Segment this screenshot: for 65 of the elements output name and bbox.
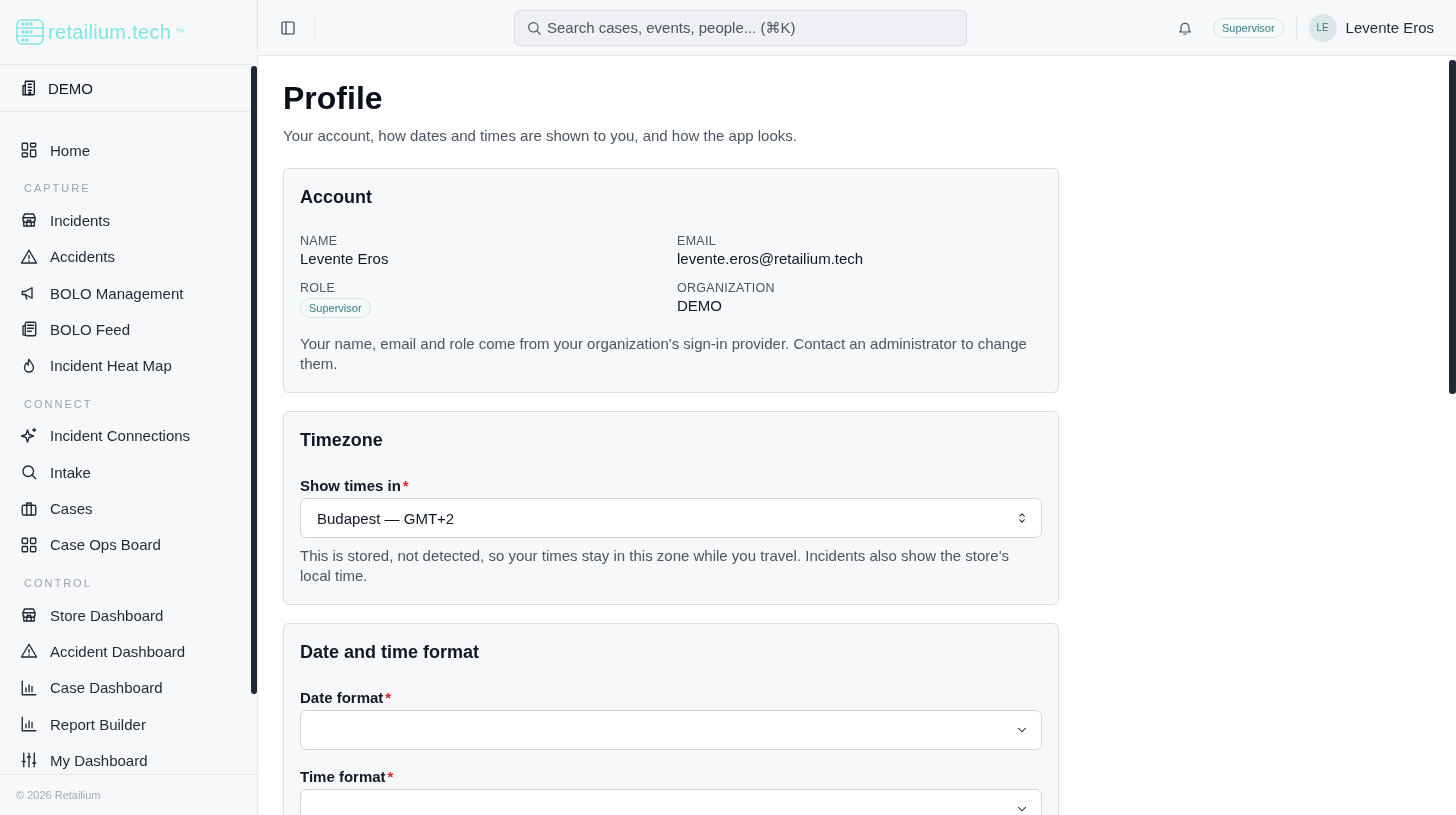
field-label: ORGANIZATION [677, 281, 776, 295]
grid-icon [20, 535, 38, 554]
nav-item[interactable]: Incident Heat Map [0, 347, 251, 384]
page-subtitle: Your account, how dates and times are shown to you, and how the app looks. [283, 127, 798, 144]
newspaper-icon [20, 320, 38, 339]
briefcase-icon [20, 499, 38, 518]
copyright-text: © 2026 Retailium [0, 774, 257, 815]
building-icon [20, 79, 38, 97]
search-icon [526, 19, 542, 36]
page-title: Profile [283, 80, 384, 117]
section-heading: CAPTURE [23, 181, 92, 197]
select-field[interactable]: Budapest — GMT+2 [300, 498, 1042, 538]
brand-name: retailium.tech [48, 20, 172, 44]
role-badge: Supervisor [300, 298, 371, 318]
nav-item[interactable]: Incidents [0, 202, 251, 239]
select-field[interactable] [300, 710, 1042, 750]
help-text: Your name, email and role come from your organization's sign-in provider. Contact an administrator to change them. [300, 334, 1028, 374]
trademark-mark: ™ [175, 27, 185, 37]
field-value: levente.eros@retailium.tech [677, 250, 865, 267]
search-field[interactable]: Search cases, events, people... (⌘K) [514, 9, 967, 46]
scrollbar-thumb[interactable] [1449, 60, 1456, 394]
store-icon [20, 211, 38, 230]
organization-switcher[interactable]: DEMO [0, 64, 251, 112]
field-label: Date format* [300, 689, 393, 706]
field-label: EMAIL [677, 234, 717, 248]
field-label: Show times in* [300, 477, 410, 494]
nav-item[interactable]: Incident Connections [0, 417, 251, 455]
nav-item[interactable]: BOLO Management [0, 274, 251, 312]
nav-item[interactable]: Case Dashboard [0, 669, 251, 706]
nav-item[interactable]: Store Dashboard [0, 596, 251, 634]
card-title: Timezone [300, 430, 384, 451]
nav-item[interactable]: Accidents [0, 238, 251, 275]
help-text: This is stored, not detected, so your times stay in this zone while you travel. Incidents also show the store's local time. [300, 546, 1011, 586]
user-avatar[interactable]: LE [1308, 13, 1337, 42]
nav-item[interactable]: Accident Dashboard [0, 633, 251, 670]
field-value: Levente Eros [300, 250, 390, 267]
nav-item[interactable]: Report Builder [0, 705, 251, 743]
search-icon [20, 463, 38, 482]
user-name[interactable]: Levente Eros [1345, 19, 1434, 36]
nav-item[interactable]: Case Ops Board [0, 526, 251, 563]
nav-item[interactable]: Cases [0, 490, 251, 527]
nav-item[interactable]: My Dashboard [0, 742, 251, 774]
warning-icon [20, 642, 38, 661]
logo-icon [16, 19, 44, 45]
bar-chart-icon [20, 715, 38, 733]
role-badge: Supervisor [1213, 17, 1284, 38]
field-label: ROLE [300, 281, 337, 295]
scrollbar-thumb[interactable] [251, 66, 257, 694]
field-label: Time format* [300, 768, 395, 785]
grid-icon [20, 141, 38, 160]
sparkles-icon [20, 426, 38, 445]
field-value: DEMO [677, 297, 723, 314]
section-heading: CONTROL [23, 575, 93, 591]
sliders-icon [20, 751, 38, 770]
field-label: NAME [300, 234, 339, 248]
nav-item[interactable]: BOLO Feed [0, 311, 251, 348]
section-heading: CONNECT [23, 396, 94, 412]
bar-chart-icon [20, 678, 38, 697]
warning-icon [20, 247, 38, 266]
sidebar-toggle-button[interactable] [280, 19, 296, 36]
nav-item[interactable]: Intake [0, 454, 251, 491]
nav-item[interactable]: Home [0, 132, 251, 169]
store-icon [20, 606, 38, 625]
card-title: Date and time format [300, 642, 481, 663]
card-title: Account [300, 187, 373, 208]
